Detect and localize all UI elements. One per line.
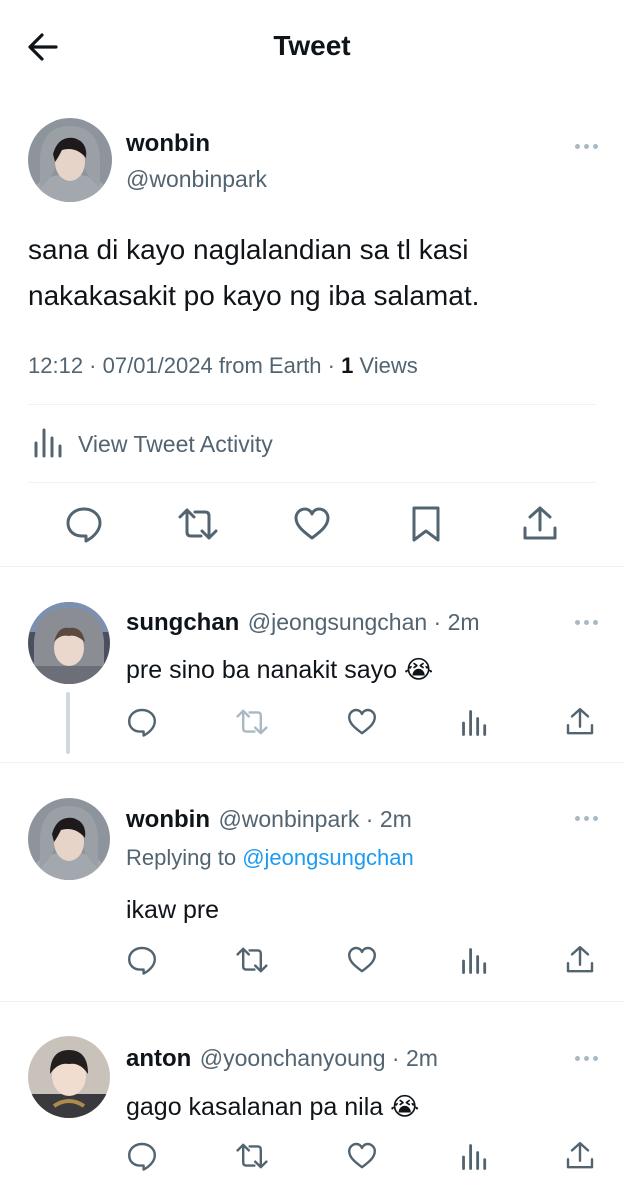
page-title: Tweet [273,30,351,61]
divider [28,482,596,483]
reply-author-name[interactable]: sungchan [126,609,239,636]
reply-author-name[interactable]: wonbin [126,806,210,833]
avatar[interactable] [28,118,112,202]
avatar[interactable] [28,1036,110,1118]
reply-icon[interactable] [64,504,104,544]
replying-to-label: Replying to [126,845,243,870]
share-icon[interactable] [564,1140,596,1172]
reply-icon[interactable] [126,944,158,976]
avatar[interactable] [28,602,110,684]
divider [0,566,624,567]
more-options-icon[interactable] [575,144,598,149]
like-icon[interactable] [346,1140,378,1172]
bookmark-icon[interactable] [408,504,444,544]
reply-icon[interactable] [126,706,158,738]
reply-text: pre sino ba nanakit sayo 😭 [126,656,434,684]
thread-line [66,692,70,754]
avatar[interactable] [28,798,110,880]
reply-header: wonbin @wonbinpark · 2m [126,806,412,834]
analytics-icon[interactable] [460,946,490,976]
reply-header: anton @yoonchanyoung · 2m [126,1045,438,1073]
reply-author-handle[interactable]: @yoonchanyoung [200,1045,386,1071]
divider [0,1001,624,1002]
reply-time: · 2m [385,1045,438,1071]
share-icon[interactable] [520,504,560,544]
reply-text: gago kasalanan pa nila 😭 [126,1093,420,1121]
author-name[interactable]: wonbin [126,130,210,158]
retweet-icon[interactable] [234,706,270,738]
reply-time: · 2m [427,609,480,635]
tweet-text-line-1: sana di kayo naglalandian sa tl kasi [28,234,469,265]
replying-to: Replying to @jeongsungchan [126,845,414,871]
retweet-icon[interactable] [234,944,270,976]
more-options-icon[interactable] [575,816,598,821]
analytics-icon[interactable] [460,1142,490,1172]
analytics-icon [34,428,62,458]
tweet-timestamp: 12:12 · 07/01/2024 from Earth · [28,353,342,378]
views-count: 1 [341,353,354,378]
tweet-meta: 12:12 · 07/01/2024 from Earth · 1 Views [28,353,418,379]
reply-author-handle[interactable]: @jeongsungchan [248,609,427,635]
analytics-icon[interactable] [460,708,490,738]
retweet-icon[interactable] [234,1140,270,1172]
reply-text: ikaw pre [126,896,220,924]
divider [28,404,596,405]
like-icon[interactable] [346,944,378,976]
replying-to-link[interactable]: @jeongsungchan [242,845,414,870]
share-icon[interactable] [564,944,596,976]
divider [0,762,624,763]
view-tweet-activity-label: View Tweet Activity [78,431,273,457]
view-tweet-activity-button[interactable]: View Tweet Activity [28,424,596,464]
reply-author-name[interactable]: anton [126,1045,191,1072]
like-icon[interactable] [346,706,378,738]
retweet-icon[interactable] [176,504,220,544]
reply-header: sungchan @jeongsungchan · 2m [126,609,480,637]
reply-time: · 2m [359,806,412,832]
more-options-icon[interactable] [575,620,598,625]
reply-author-handle[interactable]: @wonbinpark [218,806,359,832]
like-icon[interactable] [292,504,332,544]
tweet-text-line-2: nakakasakit po kayo ng iba salamat. [28,280,480,311]
more-options-icon[interactable] [575,1056,598,1061]
views-label: Views [353,353,418,378]
share-icon[interactable] [564,706,596,738]
author-handle[interactable]: @wonbinpark [126,166,267,193]
reply-icon[interactable] [126,1140,158,1172]
